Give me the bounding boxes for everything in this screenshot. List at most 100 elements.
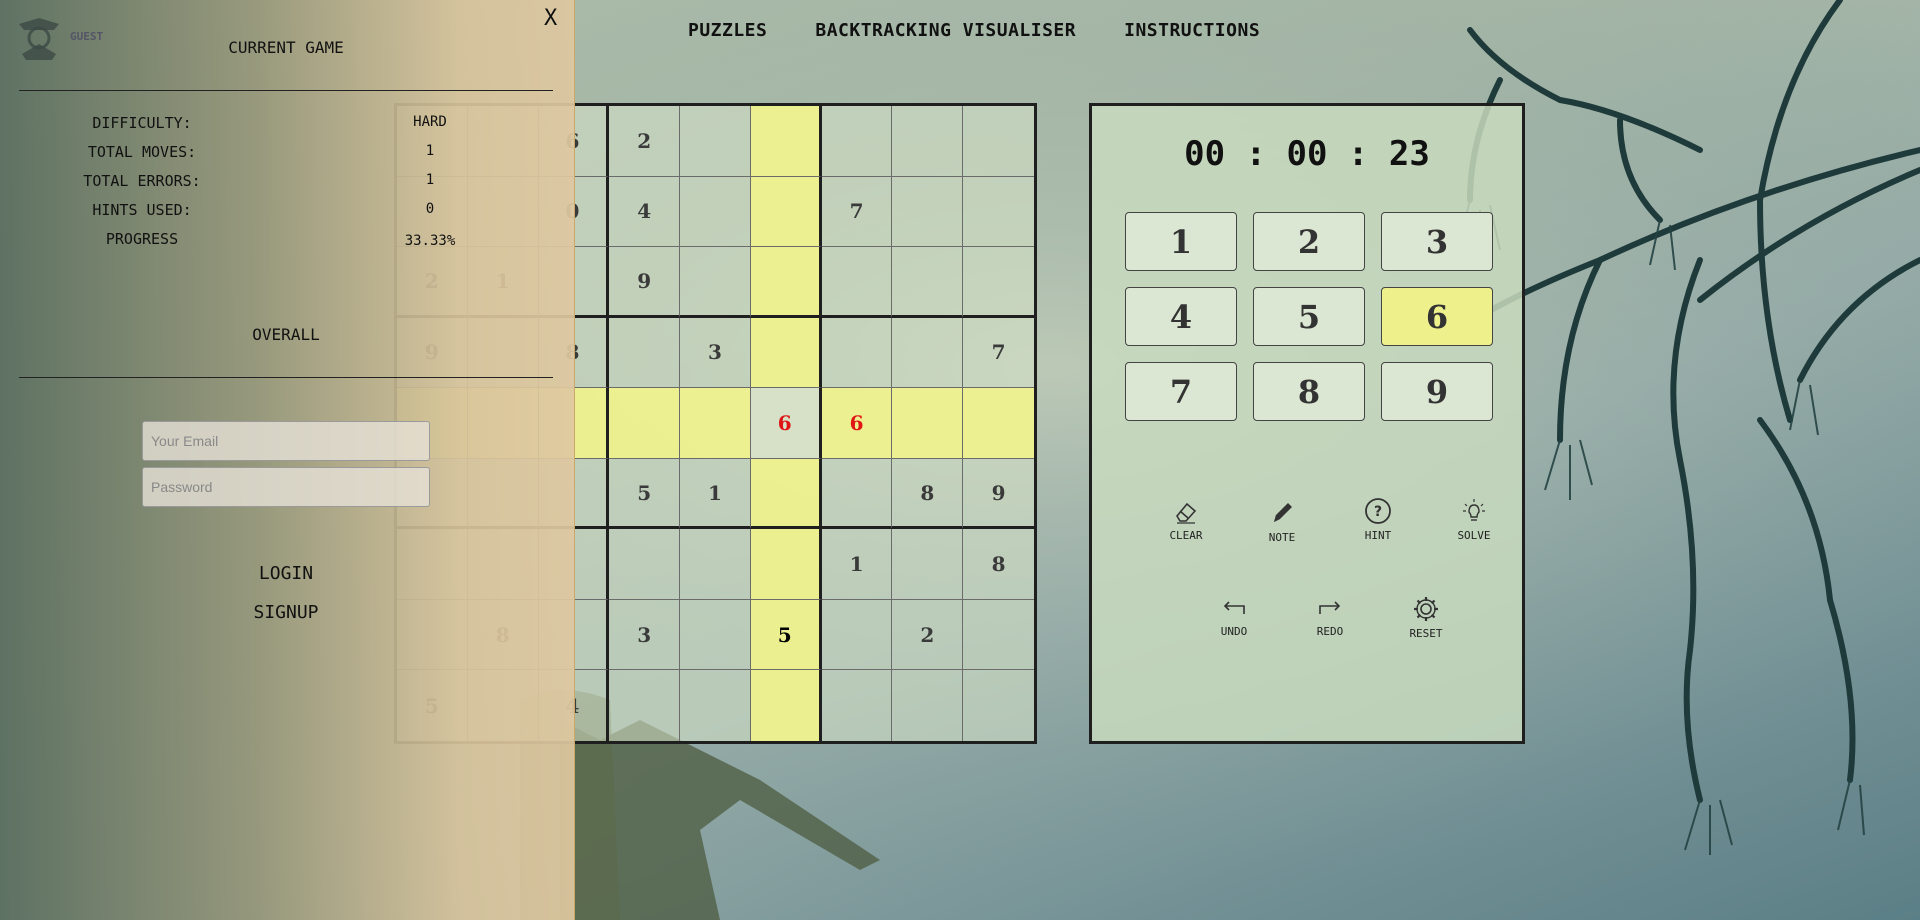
redo-button[interactable]: REDO [1295,594,1365,638]
stats-drawer: X GUEST CURRENT GAME DIFFICULTY: HARD TO… [0,0,575,920]
close-drawer-button[interactable]: X [544,6,557,31]
sudoku-cell[interactable] [892,529,964,600]
redo-arrow-icon [1319,601,1341,614]
sudoku-cell[interactable] [680,529,751,600]
sudoku-cell[interactable]: 2 [609,106,681,177]
nav-backtracking-visualiser[interactable]: BACKTRACKING VISUALISER [815,20,1076,41]
pencil-icon [1274,503,1292,522]
sudoku-cell[interactable]: 7 [963,318,1034,389]
sudoku-cell[interactable] [750,458,822,530]
sudoku-cell[interactable]: 4 [609,176,681,248]
sudoku-cell[interactable] [680,599,751,671]
sudoku-cell[interactable] [680,247,751,318]
sudoku-cell[interactable] [892,176,964,248]
sudoku-cell[interactable] [680,106,751,177]
sudoku-cell[interactable]: 8 [963,529,1034,600]
sudoku-cell[interactable] [680,176,751,248]
sudoku-cell[interactable] [609,388,681,459]
undo-button[interactable]: UNDO [1199,594,1269,638]
sudoku-cell[interactable] [963,388,1034,459]
lightbulb-icon [1463,499,1485,521]
sudoku-cell[interactable] [750,106,822,177]
sudoku-cell[interactable] [821,458,893,530]
sudoku-cell[interactable] [892,670,964,741]
overall-title: OVERALL [252,325,320,344]
sudoku-cell[interactable]: 8 [892,458,964,530]
sudoku-cell[interactable]: 3 [609,599,681,671]
nav-puzzles[interactable]: PUZZLES [688,20,767,41]
hint-label: HINT [1364,529,1392,542]
sudoku-cell[interactable]: 2 [892,599,964,671]
number-button-3[interactable]: 3 [1381,212,1493,271]
undo-arrow-icon [1223,601,1245,614]
sudoku-cell[interactable]: 1 [680,458,751,530]
number-button-8[interactable]: 8 [1253,362,1365,421]
sudoku-cell[interactable] [680,388,751,459]
sudoku-cell[interactable] [821,599,893,671]
sudoku-cell[interactable]: 6 [821,388,893,459]
redo-label: REDO [1316,625,1344,638]
sudoku-cell[interactable]: 7 [821,176,893,248]
login-button[interactable]: LOGIN [224,563,348,584]
note-button[interactable]: NOTE [1247,496,1317,544]
main-nav: PUZZLES BACKTRACKING VISUALISER INSTRUCT… [688,20,1260,41]
sudoku-cell[interactable] [750,670,822,741]
number-button-5[interactable]: 5 [1253,287,1365,346]
solve-button[interactable]: SOLVE [1439,496,1509,542]
total-moves-label: TOTAL MOVES: [87,143,197,161]
sudoku-cell[interactable] [609,317,681,389]
number-button-2[interactable]: 2 [1253,212,1365,271]
clear-label: CLEAR [1169,529,1203,542]
sudoku-cell[interactable] [892,106,964,177]
sudoku-cell[interactable] [680,670,751,741]
sudoku-cell[interactable] [609,670,681,741]
signup-button[interactable]: SIGNUP [224,602,348,623]
divider [19,377,553,378]
sudoku-cell[interactable] [750,247,822,318]
password-field[interactable] [142,467,430,507]
current-game-title: CURRENT GAME [228,38,344,57]
sudoku-cell[interactable]: 1 [821,529,893,600]
hint-button[interactable]: ? HINT [1343,496,1413,542]
difficulty-value: HARD [413,114,447,130]
sudoku-cell[interactable] [963,247,1034,318]
sudoku-cell[interactable]: 5 [750,599,822,671]
sudoku-cell[interactable]: 3 [680,317,751,389]
number-button-7[interactable]: 7 [1125,362,1237,421]
clear-button[interactable]: CLEAR [1151,496,1221,542]
sudoku-cell[interactable] [963,600,1034,671]
sudoku-cell[interactable] [821,106,893,177]
sudoku-cell[interactable] [609,529,681,600]
sudoku-cell[interactable] [892,388,964,459]
sudoku-cell[interactable] [750,317,822,389]
number-button-9[interactable]: 9 [1381,362,1493,421]
sudoku-cell[interactable] [963,106,1034,177]
sudoku-cell[interactable] [821,247,893,318]
number-pad: 123 456 789 [1125,212,1493,421]
gear-icon [1414,597,1438,621]
number-button-4[interactable]: 4 [1125,287,1237,346]
reset-button[interactable]: RESET [1391,594,1461,640]
sudoku-cell[interactable]: 9 [963,459,1034,530]
difficulty-label: DIFFICULTY: [92,114,192,132]
sudoku-cell[interactable] [892,317,964,389]
sudoku-cell[interactable] [963,177,1034,248]
sudoku-cell[interactable]: 9 [609,247,681,318]
sudoku-cell[interactable]: 5 [609,458,681,530]
sudoku-cell[interactable] [821,317,893,389]
sudoku-cell[interactable] [822,670,893,741]
sudoku-cell[interactable] [750,176,822,248]
eraser-icon [1176,502,1197,524]
sudoku-cell[interactable] [892,247,964,318]
nav-instructions[interactable]: INSTRUCTIONS [1124,20,1260,41]
progress-value: 33.33% [404,233,456,249]
total-errors-label: TOTAL ERRORS: [83,172,201,190]
number-button-1[interactable]: 1 [1125,212,1237,271]
sudoku-cell[interactable] [963,670,1034,741]
divider [19,90,553,91]
email-field[interactable] [142,421,430,461]
number-button-6[interactable]: 6 [1381,287,1493,346]
game-timer: 00 : 00 : 23 [1184,134,1430,174]
sudoku-cell[interactable]: 6 [750,388,822,459]
sudoku-cell[interactable] [750,529,822,600]
